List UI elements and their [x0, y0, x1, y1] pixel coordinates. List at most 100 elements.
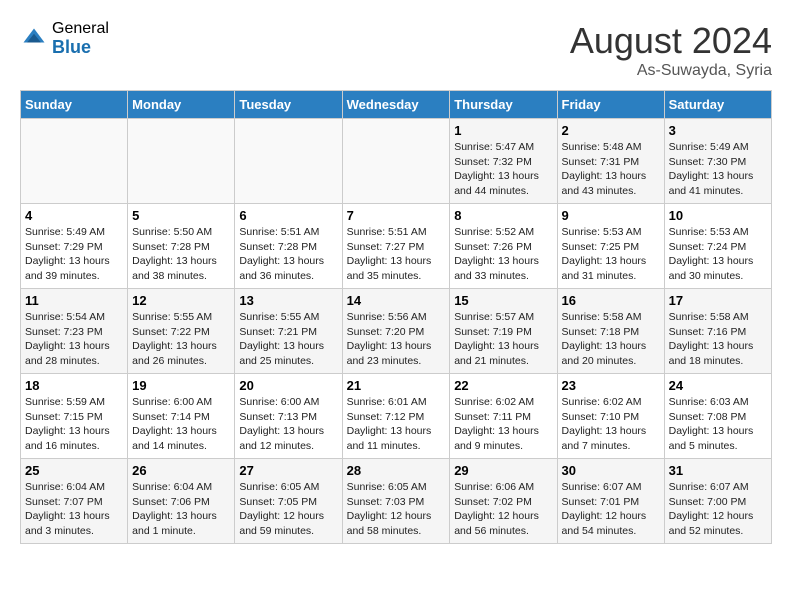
calendar-week-5: 25 Sunrise: 6:04 AMSunset: 7:07 PMDayligh…: [21, 459, 772, 544]
day-number: 12: [132, 293, 230, 308]
day-info: Sunrise: 5:53 AMSunset: 7:24 PMDaylight:…: [669, 225, 767, 284]
day-number: 27: [239, 463, 337, 478]
calendar-cell: 22 Sunrise: 6:02 AMSunset: 7:11 PMDayligh…: [450, 374, 557, 459]
calendar-cell: 26 Sunrise: 6:04 AMSunset: 7:06 PMDayligh…: [128, 459, 235, 544]
day-info: Sunrise: 5:54 AMSunset: 7:23 PMDaylight:…: [25, 310, 123, 369]
calendar-cell: 24 Sunrise: 6:03 AMSunset: 7:08 PMDayligh…: [664, 374, 771, 459]
day-number: 8: [454, 208, 552, 223]
calendar-cell: 17 Sunrise: 5:58 AMSunset: 7:16 PMDayligh…: [664, 289, 771, 374]
day-info: Sunrise: 5:57 AMSunset: 7:19 PMDaylight:…: [454, 310, 552, 369]
day-info: Sunrise: 6:05 AMSunset: 7:05 PMDaylight:…: [239, 480, 337, 539]
page-header: General Blue August 2024 As-Suwayda, Syr…: [20, 20, 772, 80]
day-info: Sunrise: 6:05 AMSunset: 7:03 PMDaylight:…: [347, 480, 446, 539]
calendar-body: 1 Sunrise: 5:47 AMSunset: 7:32 PMDaylight…: [21, 119, 772, 544]
day-info: Sunrise: 5:58 AMSunset: 7:16 PMDaylight:…: [669, 310, 767, 369]
day-info: Sunrise: 5:55 AMSunset: 7:22 PMDaylight:…: [132, 310, 230, 369]
day-number: 31: [669, 463, 767, 478]
logo: General Blue: [20, 20, 109, 57]
calendar-cell: 14Sunrise: 5:56 AMSunset: 7:20 PMDayligh…: [342, 289, 450, 374]
calendar-cell: 4 Sunrise: 5:49 AMSunset: 7:29 PMDaylight…: [21, 204, 128, 289]
calendar-cell: 5Sunrise: 5:50 AMSunset: 7:28 PMDaylight…: [128, 204, 235, 289]
day-number: 22: [454, 378, 552, 393]
day-number: 2: [562, 123, 660, 138]
day-number: 28: [347, 463, 446, 478]
calendar-cell: 20 Sunrise: 6:00 AMSunset: 7:13 PMDayligh…: [235, 374, 342, 459]
day-number: 5: [132, 208, 230, 223]
title-block: August 2024 As-Suwayda, Syria: [570, 20, 772, 80]
day-number: 1: [454, 123, 552, 138]
day-number: 21: [347, 378, 446, 393]
day-info: Sunrise: 6:02 AMSunset: 7:11 PMDaylight:…: [454, 395, 552, 454]
location: As-Suwayda, Syria: [570, 62, 772, 80]
calendar-cell: 29 Sunrise: 6:06 AMSunset: 7:02 PMDayligh…: [450, 459, 557, 544]
day-number: 7: [347, 208, 446, 223]
day-info: Sunrise: 6:01 AMSunset: 7:12 PMDaylight:…: [347, 395, 446, 454]
day-number: 29: [454, 463, 552, 478]
day-number: 24: [669, 378, 767, 393]
day-number: 19: [132, 378, 230, 393]
day-info: Sunrise: 6:00 AMSunset: 7:13 PMDaylight:…: [239, 395, 337, 454]
day-number: 26: [132, 463, 230, 478]
calendar-cell: 11 Sunrise: 5:54 AMSunset: 7:23 PMDayligh…: [21, 289, 128, 374]
month-year: August 2024: [570, 20, 772, 62]
day-number: 4: [25, 208, 123, 223]
calendar-cell: 30Sunrise: 6:07 AMSunset: 7:01 PMDayligh…: [557, 459, 664, 544]
day-number: 15: [454, 293, 552, 308]
day-number: 11: [25, 293, 123, 308]
calendar-cell: 8Sunrise: 5:52 AMSunset: 7:26 PMDaylight…: [450, 204, 557, 289]
day-number: 18: [25, 378, 123, 393]
logo-icon: [20, 25, 48, 53]
calendar-cell: 18 Sunrise: 5:59 AMSunset: 7:15 PMDayligh…: [21, 374, 128, 459]
calendar-cell: 7Sunrise: 5:51 AMSunset: 7:27 PMDaylight…: [342, 204, 450, 289]
calendar-week-3: 11 Sunrise: 5:54 AMSunset: 7:23 PMDayligh…: [21, 289, 772, 374]
day-info: Sunrise: 6:03 AMSunset: 7:08 PMDaylight:…: [669, 395, 767, 454]
header-sunday: Sunday: [21, 91, 128, 119]
header-wednesday: Wednesday: [342, 91, 450, 119]
calendar-week-4: 18 Sunrise: 5:59 AMSunset: 7:15 PMDayligh…: [21, 374, 772, 459]
day-info: Sunrise: 5:55 AMSunset: 7:21 PMDaylight:…: [239, 310, 337, 369]
day-info: Sunrise: 6:02 AMSunset: 7:10 PMDaylight:…: [562, 395, 660, 454]
calendar-table: SundayMondayTuesdayWednesdayThursdayFrid…: [20, 90, 772, 544]
day-number: 25: [25, 463, 123, 478]
day-info: Sunrise: 5:51 AMSunset: 7:28 PMDaylight:…: [239, 225, 337, 284]
day-info: Sunrise: 5:48 AMSunset: 7:31 PMDaylight:…: [562, 140, 660, 199]
day-number: 3: [669, 123, 767, 138]
day-info: Sunrise: 6:04 AMSunset: 7:07 PMDaylight:…: [25, 480, 123, 539]
day-info: Sunrise: 5:59 AMSunset: 7:15 PMDaylight:…: [25, 395, 123, 454]
day-info: Sunrise: 5:53 AMSunset: 7:25 PMDaylight:…: [562, 225, 660, 284]
calendar-cell: 31Sunrise: 6:07 AMSunset: 7:00 PMDayligh…: [664, 459, 771, 544]
calendar-cell: 27 Sunrise: 6:05 AMSunset: 7:05 PMDayligh…: [235, 459, 342, 544]
calendar-cell: 9Sunrise: 5:53 AMSunset: 7:25 PMDaylight…: [557, 204, 664, 289]
calendar-cell: 12 Sunrise: 5:55 AMSunset: 7:22 PMDayligh…: [128, 289, 235, 374]
header-saturday: Saturday: [664, 91, 771, 119]
calendar-cell: 19 Sunrise: 6:00 AMSunset: 7:14 PMDayligh…: [128, 374, 235, 459]
calendar-week-1: 1 Sunrise: 5:47 AMSunset: 7:32 PMDaylight…: [21, 119, 772, 204]
day-number: 14: [347, 293, 446, 308]
day-info: Sunrise: 5:47 AMSunset: 7:32 PMDaylight:…: [454, 140, 552, 199]
logo-blue: Blue: [52, 38, 109, 58]
day-number: 13: [239, 293, 337, 308]
logo-general: General: [52, 20, 109, 38]
calendar-cell: 28 Sunrise: 6:05 AMSunset: 7:03 PMDayligh…: [342, 459, 450, 544]
logo-text: General Blue: [52, 20, 109, 57]
day-info: Sunrise: 5:49 AMSunset: 7:29 PMDaylight:…: [25, 225, 123, 284]
calendar-cell: 15 Sunrise: 5:57 AMSunset: 7:19 PMDayligh…: [450, 289, 557, 374]
day-number: 20: [239, 378, 337, 393]
calendar-cell: [21, 119, 128, 204]
day-number: 17: [669, 293, 767, 308]
day-info: Sunrise: 6:06 AMSunset: 7:02 PMDaylight:…: [454, 480, 552, 539]
calendar-cell: 2 Sunrise: 5:48 AMSunset: 7:31 PMDaylight…: [557, 119, 664, 204]
header-friday: Friday: [557, 91, 664, 119]
day-info: Sunrise: 6:04 AMSunset: 7:06 PMDaylight:…: [132, 480, 230, 539]
calendar-cell: 16Sunrise: 5:58 AMSunset: 7:18 PMDayligh…: [557, 289, 664, 374]
calendar-header-row: SundayMondayTuesdayWednesdayThursdayFrid…: [21, 91, 772, 119]
day-info: Sunrise: 5:49 AMSunset: 7:30 PMDaylight:…: [669, 140, 767, 199]
calendar-cell: [342, 119, 450, 204]
calendar-cell: [128, 119, 235, 204]
day-number: 6: [239, 208, 337, 223]
header-thursday: Thursday: [450, 91, 557, 119]
calendar-cell: 13 Sunrise: 5:55 AMSunset: 7:21 PMDayligh…: [235, 289, 342, 374]
day-info: Sunrise: 5:58 AMSunset: 7:18 PMDaylight:…: [562, 310, 660, 369]
day-info: Sunrise: 6:00 AMSunset: 7:14 PMDaylight:…: [132, 395, 230, 454]
calendar-cell: 25 Sunrise: 6:04 AMSunset: 7:07 PMDayligh…: [21, 459, 128, 544]
